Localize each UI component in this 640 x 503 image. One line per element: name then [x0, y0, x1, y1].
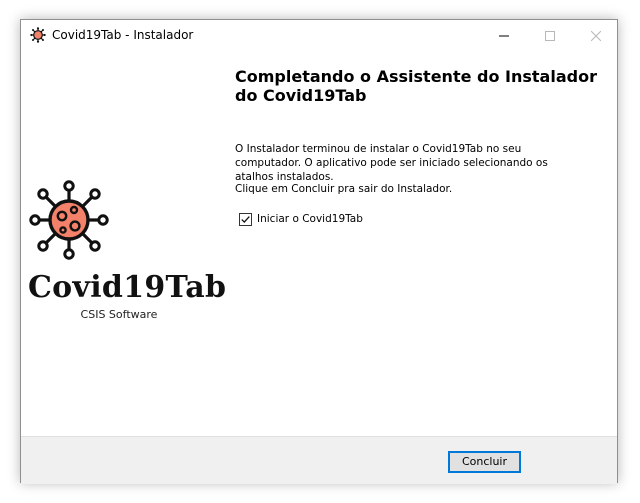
checkmark-icon: [241, 215, 250, 223]
close-button[interactable]: [573, 20, 619, 50]
window-title: Covid19Tab - Instalador: [52, 28, 194, 42]
minimize-icon: [499, 35, 509, 36]
launch-checkbox-label[interactable]: Iniciar o Covid19Tab: [257, 213, 363, 225]
launch-option[interactable]: Iniciar o Covid19Tab: [239, 211, 363, 227]
logo-title: Covid19Tab: [28, 270, 227, 305]
maximize-icon: [545, 30, 555, 41]
app-virus-icon: [30, 27, 46, 43]
virus-icon: [29, 180, 109, 260]
page-title: Completando o Assistente do Instalador d…: [235, 67, 597, 105]
button-bar: Concluir: [21, 436, 617, 484]
close-icon: [590, 30, 602, 41]
exit-instructions-text: Clique em Concluir pra sair do Instalado…: [235, 183, 453, 195]
install-complete-text: O Instalador terminou de instalar o Covi…: [235, 143, 548, 183]
title-bar[interactable]: Covid19Tab - Instalador: [21, 20, 617, 50]
logo-panel: Covid19Tab CSIS Software: [21, 50, 226, 436]
installer-window: Covid19Tab - Instalador Covid19Tab CSIS …: [20, 19, 618, 484]
maximize-button[interactable]: [527, 20, 573, 50]
minimize-button[interactable]: [481, 20, 527, 50]
logo-subtitle: CSIS Software: [80, 308, 158, 321]
launch-checkbox[interactable]: [239, 212, 252, 226]
wizard-content: Covid19Tab CSIS Software Completando o A…: [21, 50, 617, 436]
finish-button[interactable]: Concluir: [448, 451, 521, 473]
